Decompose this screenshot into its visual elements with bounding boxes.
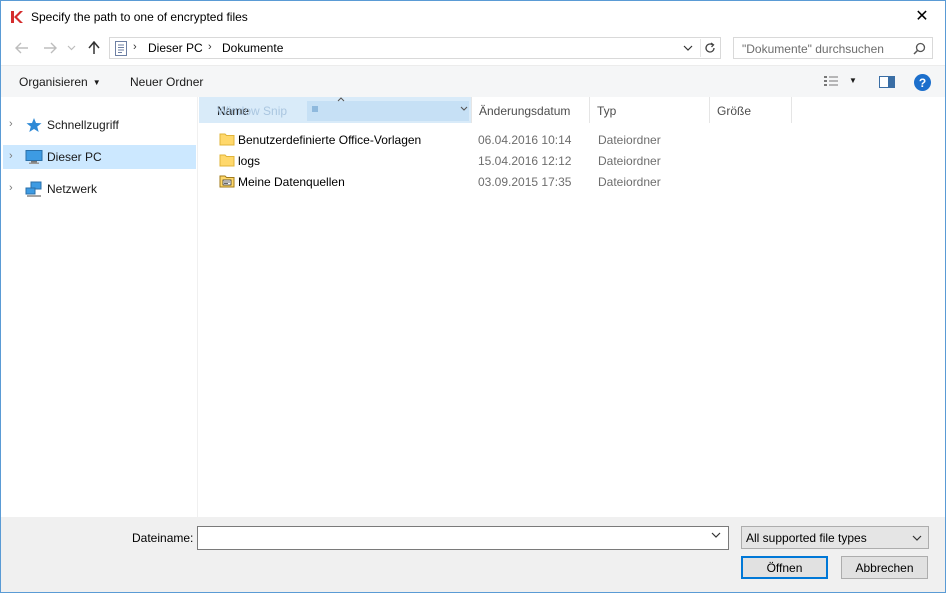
item-date: 06.04.2016 10:14	[478, 133, 572, 147]
column-filter-chevron-icon[interactable]	[460, 106, 468, 111]
column-type-label: Typ	[597, 104, 617, 118]
dialog-footer: Dateiname: All supported file types Öffn…	[1, 517, 945, 592]
star-icon	[26, 118, 42, 132]
back-arrow-icon[interactable]	[13, 39, 31, 57]
sort-ascending-icon	[337, 97, 345, 102]
snip-app-icon	[312, 106, 318, 112]
open-button[interactable]: Öffnen	[741, 556, 828, 579]
sidebar-item-label: Netzwerk	[47, 182, 98, 196]
sidebar-item-netzwerk[interactable]: › Netzwerk	[3, 177, 196, 201]
sidebar-item-dieser-pc[interactable]: › Dieser PC	[3, 145, 196, 169]
item-type: Dateiordner	[598, 133, 661, 147]
address-bar[interactable]: › Dieser PC › Dokumente	[109, 37, 721, 59]
filename-field[interactable]	[197, 526, 729, 550]
organize-label: Organisieren	[19, 75, 88, 89]
breadcrumb-dokumente[interactable]: Dokumente	[222, 41, 283, 55]
new-folder-button[interactable]: Neuer Ordner	[130, 75, 203, 89]
item-type: Dateiordner	[598, 154, 661, 168]
drag-ghost	[307, 101, 469, 121]
cancel-button[interactable]: Abbrechen	[841, 556, 928, 579]
refresh-icon[interactable]	[700, 39, 718, 57]
file-type-select[interactable]: All supported file types	[741, 526, 929, 549]
breadcrumb-separator: ›	[133, 41, 137, 53]
item-type: Dateiordner	[598, 175, 661, 189]
column-size-label: Größe	[717, 104, 752, 118]
column-header-name[interactable]: Name Window Snip	[199, 97, 472, 123]
documents-icon	[115, 41, 127, 56]
drag-ghost-label: Window Snip	[217, 104, 288, 118]
folder-icon	[219, 133, 235, 146]
item-name: logs	[238, 154, 261, 168]
breadcrumb-separator: ›	[208, 41, 212, 53]
preview-pane-icon[interactable]	[879, 75, 895, 89]
filename-history-chevron-icon[interactable]	[711, 532, 721, 538]
expand-chevron-icon[interactable]: ›	[9, 182, 13, 194]
forward-arrow-icon[interactable]	[41, 39, 59, 57]
sidebar-item-schnellzugriff[interactable]: › Schnellzugriff	[3, 113, 196, 137]
column-date-label: Änderungsdatum	[479, 104, 571, 118]
address-history-chevron-icon[interactable]	[680, 40, 696, 56]
view-details-icon[interactable]	[823, 75, 839, 89]
breadcrumb-dieser-pc[interactable]: Dieser PC	[148, 41, 203, 55]
chevron-down-icon	[912, 535, 922, 541]
sidebar-item-label: Schnellzugriff	[47, 118, 119, 132]
command-bar: Organisieren ▼ Neuer Ordner ▼ ?	[1, 65, 945, 97]
search-placeholder: "Dokumente" durchsuchen	[742, 42, 884, 56]
item-date: 03.09.2015 17:35	[478, 175, 572, 189]
kaspersky-k-icon	[11, 11, 23, 23]
search-input[interactable]: "Dokumente" durchsuchen	[733, 37, 933, 59]
help-icon[interactable]: ?	[914, 74, 931, 91]
computer-icon	[25, 150, 43, 164]
expand-chevron-icon[interactable]: ›	[9, 118, 13, 130]
network-icon	[25, 181, 42, 197]
item-name: Meine Datenquellen	[238, 175, 345, 189]
file-list: Name Window Snip Änderungsdatum Typ Größ…	[199, 97, 945, 517]
filename-label: Dateiname:	[132, 531, 194, 545]
close-button[interactable]: ✕	[899, 1, 945, 31]
title-bar: Specify the path to one of encrypted fil…	[1, 1, 945, 33]
sidebar-item-label: Dieser PC	[47, 150, 102, 164]
dropdown-caret-icon: ▼	[92, 78, 101, 87]
item-date: 15.04.2016 12:12	[478, 154, 572, 168]
data-sources-folder-icon	[219, 175, 235, 188]
navigation-pane: › Schnellzugriff › Dieser PC › Netzwerk	[1, 97, 198, 517]
item-name: Benutzerdefinierte Office-Vorlagen	[238, 133, 422, 147]
list-item[interactable]: Meine Datenquellen 03.09.2015 17:35 Date…	[209, 171, 929, 192]
window-title: Specify the path to one of encrypted fil…	[31, 10, 248, 24]
file-open-dialog: Specify the path to one of encrypted fil…	[0, 0, 946, 593]
column-header-size[interactable]: Größe	[710, 97, 792, 123]
list-item[interactable]: Benutzerdefinierte Office-Vorlagen 06.04…	[209, 129, 929, 150]
up-arrow-icon[interactable]	[85, 39, 103, 57]
navigation-row: › Dieser PC › Dokumente "Dokumente" durc…	[1, 33, 945, 63]
view-options-caret-icon[interactable]: ▼	[849, 76, 857, 85]
list-item[interactable]: logs 15.04.2016 12:12 Dateiordner	[209, 150, 929, 171]
file-type-selected: All supported file types	[746, 531, 867, 545]
search-icon[interactable]	[913, 42, 926, 55]
column-header-type[interactable]: Typ	[590, 97, 710, 123]
organize-menu-button[interactable]: Organisieren ▼	[19, 75, 101, 89]
column-header-date[interactable]: Änderungsdatum	[472, 97, 590, 123]
expand-chevron-icon[interactable]: ›	[9, 150, 13, 162]
recent-locations-chevron-icon[interactable]	[65, 39, 77, 57]
folder-icon	[219, 154, 235, 167]
